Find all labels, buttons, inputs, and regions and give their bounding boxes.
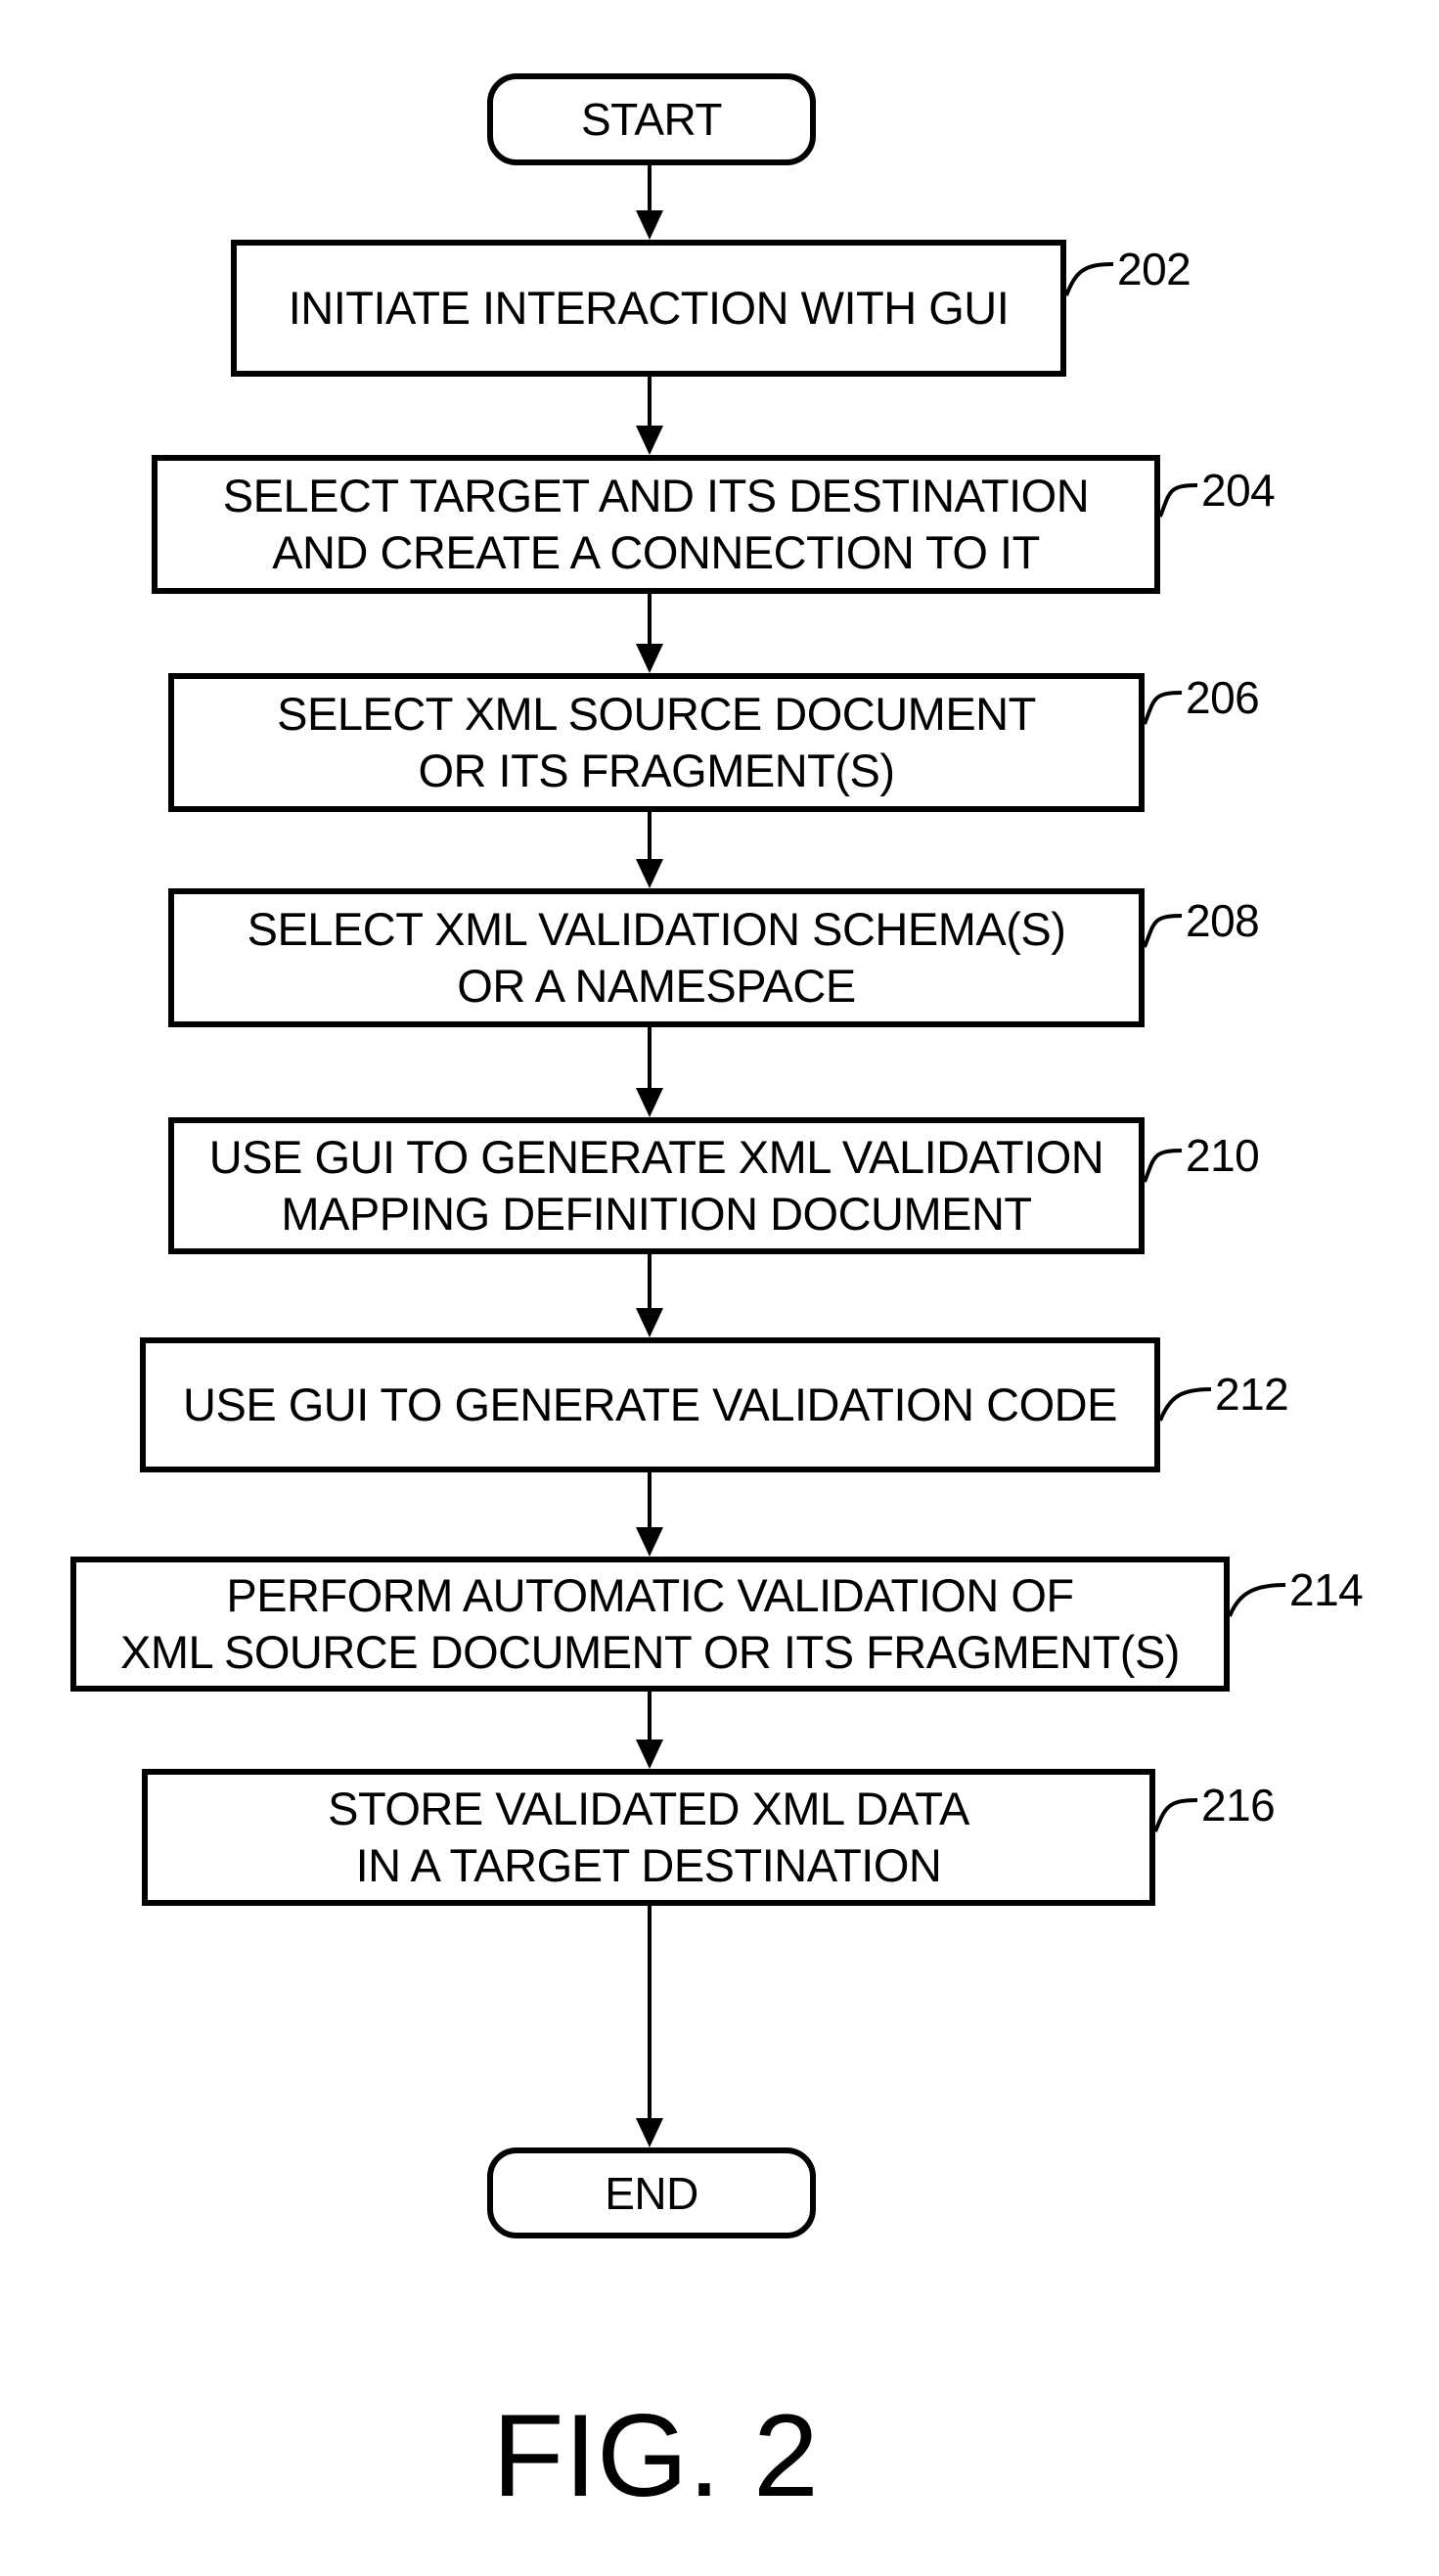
arrowhead-icon — [636, 426, 663, 455]
start-terminal: START — [487, 73, 816, 165]
ref-leader-line — [1064, 262, 1114, 296]
step-text-line: IN A TARGET DESTINATION — [355, 1839, 942, 1891]
step-text-line: STORE VALIDATED XML DATA — [328, 1783, 969, 1834]
ref-leader-line — [1143, 1149, 1183, 1183]
ref-label-206: 206 — [1186, 672, 1260, 723]
arrowhead-icon — [636, 644, 663, 673]
end-terminal: END — [487, 2147, 816, 2238]
arrowhead-icon — [636, 210, 663, 240]
ref-label-216: 216 — [1201, 1780, 1276, 1830]
ref-label-212: 212 — [1215, 1369, 1289, 1420]
step-text-line: MAPPING DEFINITION DOCUMENT — [281, 1188, 1032, 1240]
step-text-line: OR A NAMESPACE — [457, 960, 856, 1012]
ref-leader-line — [1143, 691, 1183, 725]
step-216-store-data: STORE VALIDATED XML DATA IN A TARGET DES… — [142, 1769, 1155, 1906]
arrowhead-icon — [636, 1740, 663, 1769]
arrowhead-icon — [636, 2118, 663, 2147]
step-text-line: INITIATE INTERACTION WITH GUI — [288, 282, 1010, 334]
step-208-select-schema: SELECT XML VALIDATION SCHEMA(S) OR A NAM… — [168, 888, 1145, 1027]
arrowhead-icon — [636, 1088, 663, 1117]
end-label: END — [605, 2167, 698, 2219]
step-text-line: SELECT XML SOURCE DOCUMENT — [277, 688, 1036, 740]
arrowhead-icon — [636, 1527, 663, 1557]
ref-leader-line — [1143, 914, 1183, 948]
step-204-select-target: SELECT TARGET AND ITS DESTINATION AND CR… — [152, 455, 1160, 594]
step-text-line: PERFORM AUTOMATIC VALIDATION OF — [226, 1569, 1074, 1621]
step-text-line: SELECT TARGET AND ITS DESTINATION — [222, 470, 1090, 521]
step-text-line: USE GUI TO GENERATE VALIDATION CODE — [183, 1378, 1117, 1430]
step-text-line: SELECT XML VALIDATION SCHEMA(S) — [247, 903, 1066, 955]
figure-caption: FIG. 2 — [492, 2390, 819, 2521]
step-210-generate-mapping: USE GUI TO GENERATE XML VALIDATION MAPPI… — [168, 1117, 1145, 1254]
ref-label-208: 208 — [1186, 895, 1260, 946]
step-206-select-source: SELECT XML SOURCE DOCUMENT OR ITS FRAGME… — [168, 673, 1145, 812]
arrowhead-icon — [636, 1308, 663, 1337]
ref-label-204: 204 — [1201, 465, 1276, 516]
ref-leader-line — [1158, 483, 1198, 518]
start-label: START — [580, 94, 723, 145]
ref-leader-line — [1228, 1583, 1286, 1617]
ref-leader-line — [1153, 1798, 1198, 1832]
step-text-line: OR ITS FRAGMENT(S) — [418, 745, 895, 796]
step-text-line: USE GUI TO GENERATE XML VALIDATION — [208, 1131, 1104, 1183]
step-214-perform-validation: PERFORM AUTOMATIC VALIDATION OF XML SOUR… — [70, 1557, 1230, 1692]
step-text-line: AND CREATE A CONNECTION TO IT — [272, 526, 1040, 578]
ref-label-210: 210 — [1186, 1130, 1260, 1181]
arrowhead-icon — [636, 859, 663, 888]
step-202-initiate-interaction: INITIATE INTERACTION WITH GUI — [231, 240, 1066, 377]
ref-leader-line — [1158, 1387, 1212, 1422]
ref-label-214: 214 — [1289, 1564, 1364, 1615]
ref-label-202: 202 — [1117, 244, 1192, 294]
step-212-generate-code: USE GUI TO GENERATE VALIDATION CODE — [140, 1337, 1160, 1472]
step-text-line: XML SOURCE DOCUMENT OR ITS FRAGMENT(S) — [120, 1626, 1180, 1678]
